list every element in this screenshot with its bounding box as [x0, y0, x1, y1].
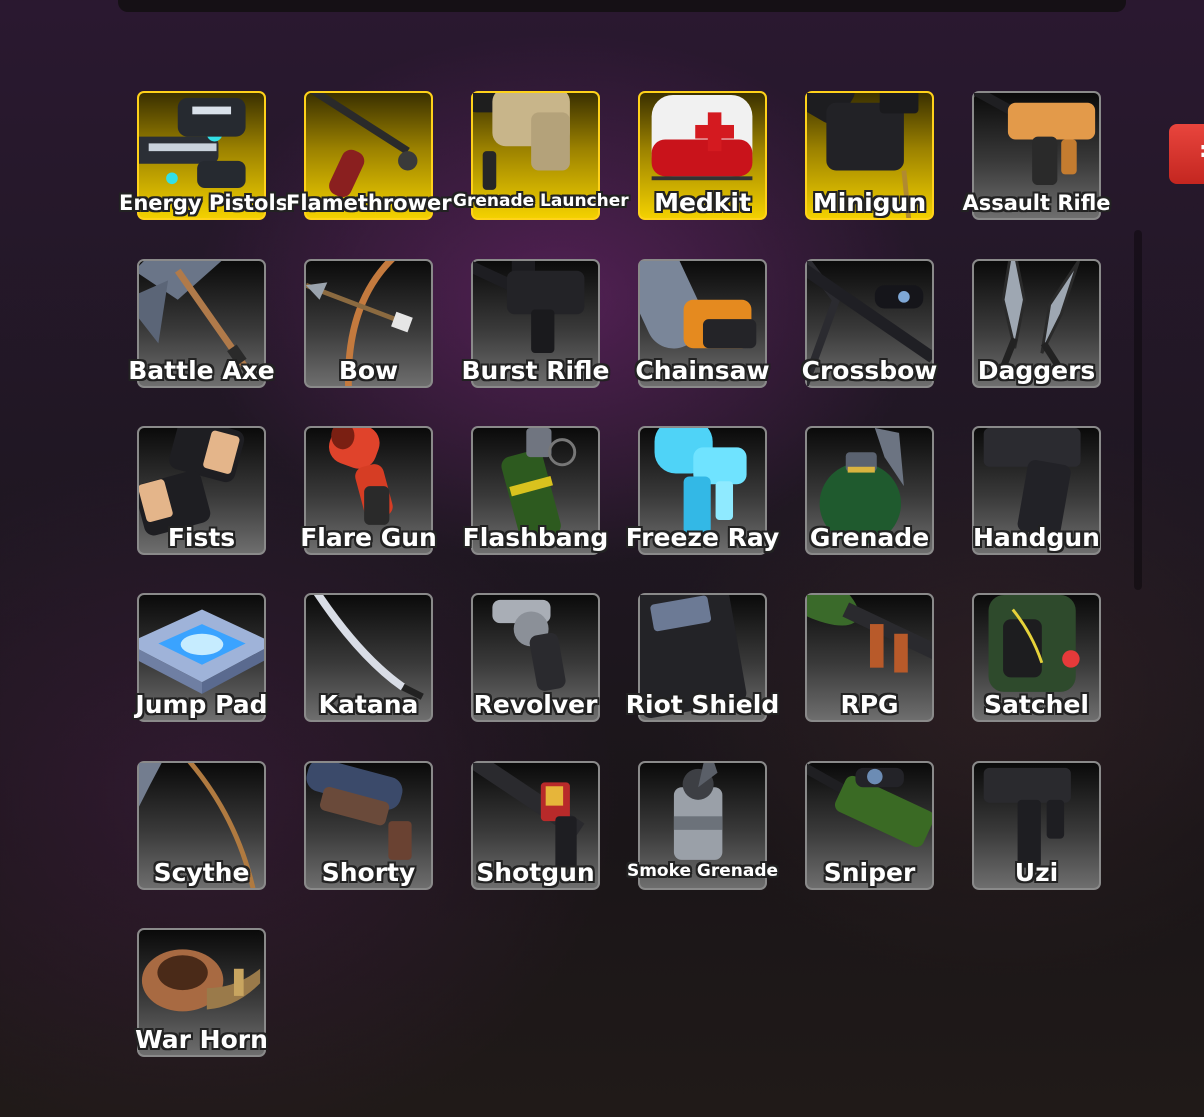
item-tile-fists[interactable]: Fists — [137, 426, 266, 555]
item-label: Daggers — [977, 356, 1096, 385]
item-tile-grenade[interactable]: Grenade — [805, 426, 934, 555]
item-label: Crossbow — [801, 356, 938, 385]
close-tab-button[interactable]: : — [1169, 124, 1204, 184]
item-label: Scythe — [153, 858, 250, 887]
item-label: Assault Rifle — [962, 191, 1111, 215]
item-label: Bow — [338, 356, 399, 385]
item-label: Minigun — [812, 188, 927, 217]
item-tile-smoke-grenade[interactable]: Smoke Grenade — [627, 761, 778, 890]
item-tile-assault-rifle[interactable]: Assault Rifle — [962, 91, 1111, 220]
item-label: Riot Shield — [625, 690, 780, 719]
item-tile-energy-pistols[interactable]: Energy Pistols — [119, 91, 288, 220]
item-tile-scythe[interactable]: Scythe — [137, 761, 266, 890]
item-label: Handgun — [973, 523, 1100, 552]
item-label: Burst Rifle — [461, 356, 610, 385]
item-tile-flashbang[interactable]: Flashbang — [463, 426, 608, 555]
item-label: Medkit — [654, 188, 751, 217]
item-label: Smoke Grenade — [626, 861, 779, 881]
item-tile-katana[interactable]: Katana — [304, 593, 433, 722]
item-label: Grenade — [809, 523, 930, 552]
item-label: War Horn — [135, 1025, 268, 1054]
item-tile-flare-gun[interactable]: Flare Gun — [300, 426, 437, 555]
item-tile-revolver[interactable]: Revolver — [471, 593, 600, 722]
item-tile-riot-shield[interactable]: Riot Shield — [626, 593, 779, 722]
item-tile-shorty[interactable]: Shorty — [304, 761, 433, 890]
item-label: Katana — [318, 690, 419, 719]
item-tile-jump-pad[interactable]: Jump Pad — [135, 593, 268, 722]
item-tile-shotgun[interactable]: Shotgun — [471, 761, 600, 890]
item-label: Flamethrower — [286, 191, 452, 215]
item-tile-flamethrower[interactable]: Flamethrower — [286, 91, 452, 220]
item-tile-war-horn[interactable]: War Horn — [135, 928, 268, 1057]
item-tile-uzi[interactable]: Uzi — [972, 761, 1101, 890]
item-label: Grenade Launcher — [453, 191, 629, 211]
top-panel-edge — [118, 0, 1126, 12]
item-tile-satchel[interactable]: Satchel — [972, 593, 1101, 722]
item-label: Revolver — [473, 690, 598, 719]
item-tile-bow[interactable]: Bow — [304, 259, 433, 388]
item-label: Energy Pistols — [119, 191, 289, 215]
item-label: Battle Axe — [128, 356, 275, 385]
item-tile-chainsaw[interactable]: Chainsaw — [635, 259, 770, 388]
item-tile-minigun[interactable]: Minigun — [805, 91, 934, 220]
item-tile-sniper[interactable]: Sniper — [805, 761, 934, 890]
item-label: RPG — [840, 690, 899, 719]
item-tile-handgun[interactable]: Handgun — [972, 426, 1101, 555]
item-label: Jump Pad — [135, 690, 268, 719]
item-tile-freeze-ray[interactable]: Freeze Ray — [626, 426, 779, 555]
item-tile-grenade-launcher[interactable]: Grenade Launcher — [453, 91, 629, 220]
item-label: Sniper — [823, 858, 916, 887]
item-label: Flare Gun — [300, 523, 437, 552]
item-tile-daggers[interactable]: Daggers — [972, 259, 1101, 388]
item-label: Shotgun — [476, 858, 595, 887]
item-tile-battle-axe[interactable]: Battle Axe — [128, 259, 275, 388]
item-label: Flashbang — [462, 523, 609, 552]
item-label: Uzi — [1014, 858, 1059, 887]
item-tile-burst-rifle[interactable]: Burst Rifle — [461, 259, 610, 388]
item-label: Chainsaw — [635, 356, 770, 385]
item-tile-rpg[interactable]: RPG — [805, 593, 934, 722]
item-label: Fists — [167, 523, 236, 552]
item-label: Shorty — [321, 858, 416, 887]
item-label: Freeze Ray — [625, 523, 780, 552]
item-label: Satchel — [984, 690, 1089, 719]
item-tile-crossbow[interactable]: Crossbow — [802, 259, 937, 388]
inventory-scrollbar[interactable] — [1134, 230, 1142, 590]
close-icon: : — [1199, 138, 1204, 163]
item-tile-medkit[interactable]: Medkit — [638, 91, 767, 220]
